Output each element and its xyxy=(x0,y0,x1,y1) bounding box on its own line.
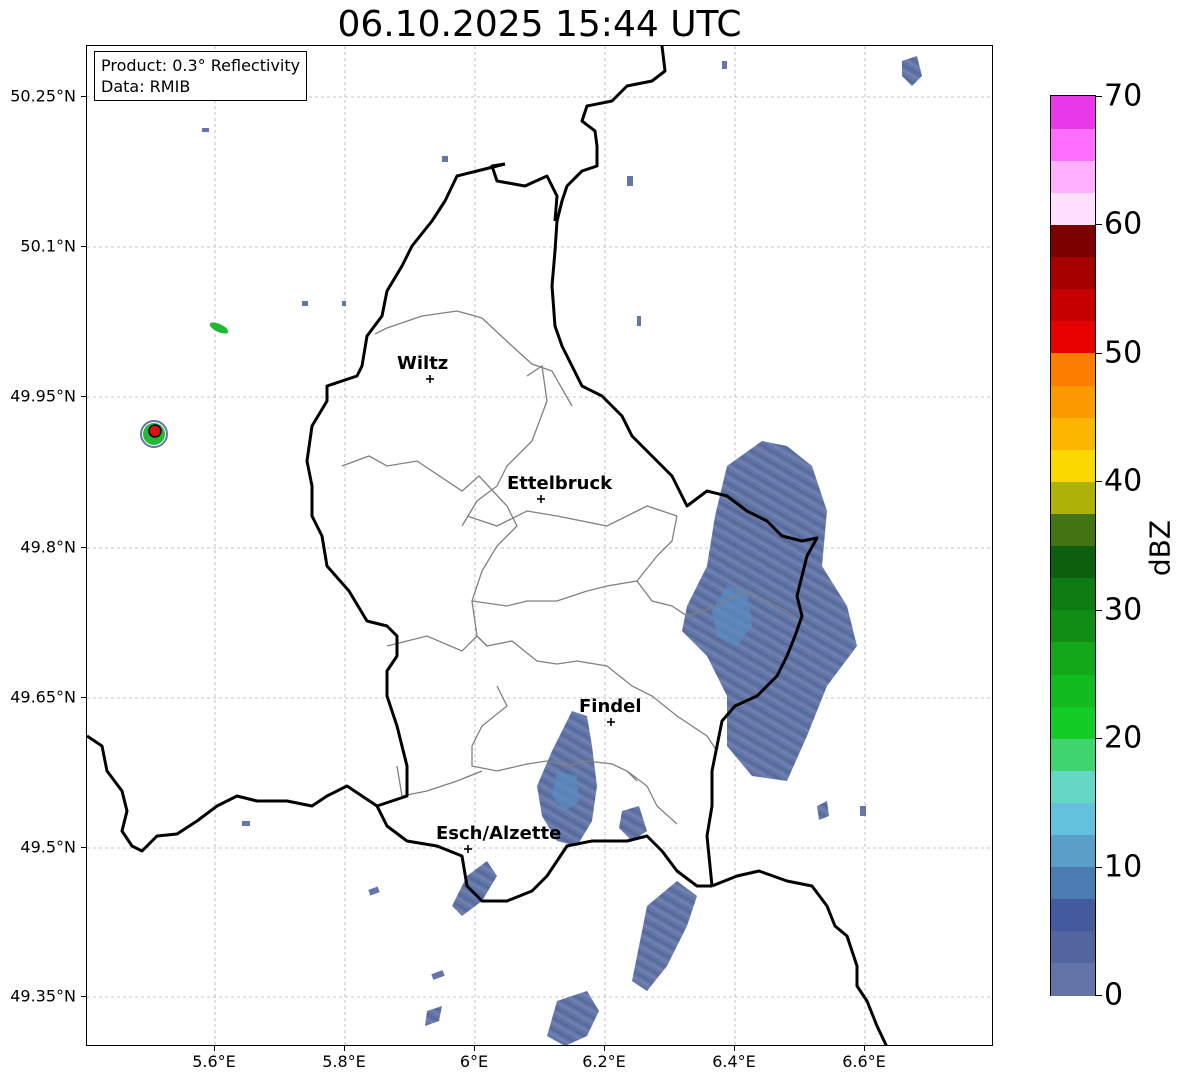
colorbar-segment xyxy=(1051,706,1095,739)
lon-tick xyxy=(344,1046,345,1051)
colorbar-segment xyxy=(1051,256,1095,290)
colorbar-segment xyxy=(1051,577,1095,611)
map-title: 06.10.2025 15:44 UTC xyxy=(337,4,742,45)
lon-label-6: 6°E xyxy=(459,1052,489,1071)
colorbar-segment xyxy=(1051,609,1095,643)
lat-tick xyxy=(81,96,86,97)
colorbar-segment xyxy=(1051,224,1095,258)
radar-map[interactable]: Wiltz Ettelbruck Findel Esch/Alzette xyxy=(86,45,993,1046)
city-label-ettelbruck: Ettelbruck xyxy=(507,473,613,494)
colorbar-tick-label: 10 xyxy=(1104,849,1143,885)
lon-tick xyxy=(864,1046,865,1051)
colorbar-segment xyxy=(1051,866,1095,900)
data-source-label: Data: RMIB xyxy=(101,77,191,96)
colorbar-segment xyxy=(1051,192,1095,226)
colorbar-segment xyxy=(1051,738,1095,771)
lat-tick xyxy=(81,547,86,548)
colorbar-segment xyxy=(1051,128,1095,161)
colorbar-tick-label: 20 xyxy=(1104,720,1143,756)
colorbar-segment xyxy=(1051,962,1095,996)
colorbar-segment xyxy=(1051,898,1095,932)
colorbar-tick xyxy=(1096,224,1102,226)
lon-label-6-2: 6.2°E xyxy=(582,1052,626,1071)
precipitation-echoes xyxy=(140,56,922,1045)
echo-streak-southeast xyxy=(632,881,697,991)
colorbar-segment xyxy=(1051,449,1095,482)
echo-small-3 xyxy=(902,56,922,86)
colorbar-segment xyxy=(1051,641,1095,675)
colorbar-tick xyxy=(1096,96,1102,97)
colorbar-segment xyxy=(1051,417,1095,450)
lat-label-49-65: 49.65°N xyxy=(10,687,76,707)
lon-tick xyxy=(474,1046,475,1051)
colorbar-tick-label: 30 xyxy=(1104,592,1143,628)
colorbar-segment xyxy=(1051,320,1095,354)
colorbar-tick-label: 60 xyxy=(1104,206,1143,242)
colorbar-segment xyxy=(1051,545,1095,579)
colorbar-tick-label: 50 xyxy=(1104,335,1143,371)
radar-site-marker xyxy=(148,424,162,438)
lon-tick xyxy=(214,1046,215,1051)
colorbar-tick xyxy=(1096,738,1102,740)
lon-label-5-6: 5.6°E xyxy=(192,1052,236,1071)
colorbar-tick-label: 0 xyxy=(1104,977,1124,1013)
lon-label-5-8: 5.8°E xyxy=(322,1052,366,1071)
colorbar-segment xyxy=(1051,384,1095,418)
lat-tick xyxy=(81,847,86,848)
lon-label-6-4: 6.4°E xyxy=(712,1052,756,1071)
lat-label-50-25: 50.25°N xyxy=(10,86,76,106)
colorbar-segment xyxy=(1051,770,1095,803)
lon-label-6-6: 6.6°E xyxy=(842,1052,886,1071)
echo-small-2 xyxy=(817,801,829,820)
lat-tick xyxy=(81,396,86,397)
lat-label-49-8: 49.8°N xyxy=(20,537,76,557)
colorbar-segment xyxy=(1051,834,1095,868)
product-label: Product: 0.3° Reflectivity xyxy=(101,56,301,75)
colorbar xyxy=(1050,95,1096,996)
city-label-esch: Esch/Alzette xyxy=(436,823,561,844)
colorbar-segment xyxy=(1051,673,1095,707)
lon-tick xyxy=(604,1046,605,1051)
lon-tick xyxy=(734,1046,735,1051)
city-label-wiltz: Wiltz xyxy=(397,353,448,374)
colorbar-label: dBZ xyxy=(1143,519,1177,577)
colorbar-segment xyxy=(1051,513,1095,547)
city-label-findel: Findel xyxy=(579,696,642,717)
colorbar-segment xyxy=(1051,481,1095,514)
colorbar-segment xyxy=(1051,288,1095,322)
colorbar-tick xyxy=(1096,866,1102,868)
echo-streak-south xyxy=(547,991,599,1045)
lat-tick xyxy=(81,996,86,997)
colorbar-segment xyxy=(1051,352,1095,386)
colorbar-tick xyxy=(1096,481,1102,483)
echo-small-4 xyxy=(425,1006,442,1026)
colorbar-tick xyxy=(1096,352,1102,354)
colorbar-segment xyxy=(1051,802,1095,836)
echo-streak-esch xyxy=(452,861,497,916)
colorbar-segment xyxy=(1051,160,1095,193)
echo-green-small xyxy=(209,322,229,334)
lat-label-50-1: 50.1°N xyxy=(20,236,76,256)
colorbar-segment xyxy=(1051,96,1095,129)
lat-label-49-5: 49.5°N xyxy=(20,837,76,857)
colorbar-tick xyxy=(1096,609,1102,611)
colorbar-tick-label: 70 xyxy=(1104,78,1143,114)
product-info-box: Product: 0.3° Reflectivity Data: RMIB xyxy=(94,51,308,101)
grid-lines xyxy=(87,46,992,1045)
colorbar-segment xyxy=(1051,930,1095,964)
colorbar-tick xyxy=(1096,995,1102,996)
lat-label-49-35: 49.35°N xyxy=(10,986,76,1006)
lat-tick xyxy=(81,246,86,247)
lat-label-49-95: 49.95°N xyxy=(10,386,76,406)
lat-tick xyxy=(81,697,86,698)
colorbar-tick-label: 40 xyxy=(1104,463,1143,499)
map-canvas: Wiltz Ettelbruck Findel Esch/Alzette xyxy=(87,46,992,1045)
